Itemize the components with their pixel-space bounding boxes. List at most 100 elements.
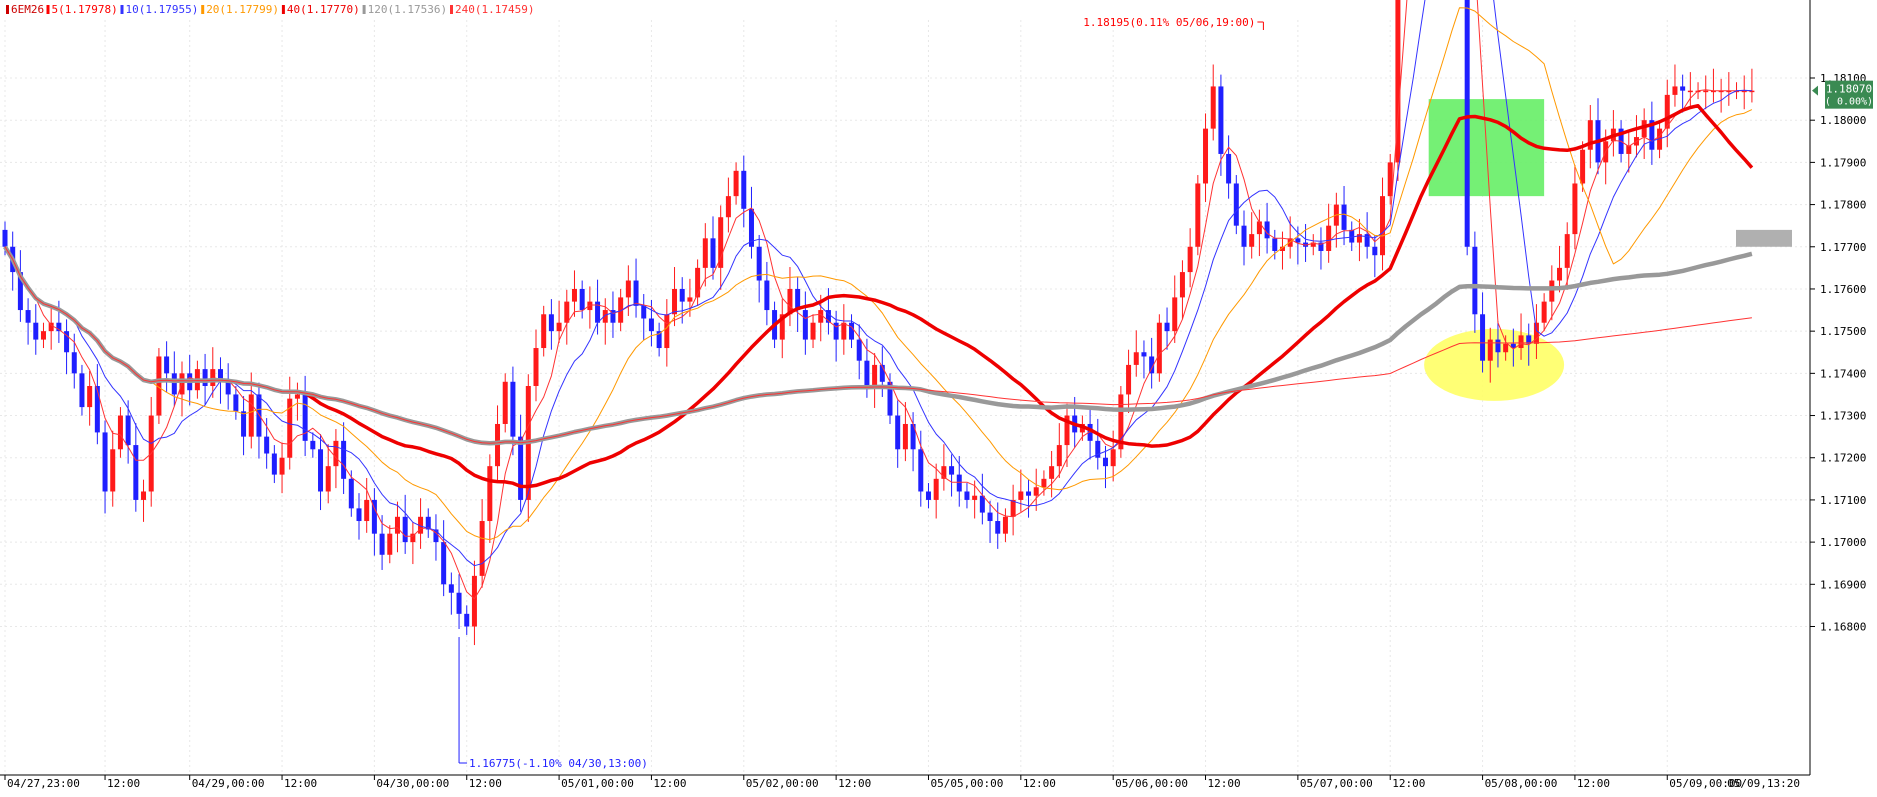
candle-up: [725, 196, 731, 218]
candle-up: [364, 499, 370, 522]
candle-up: [1564, 234, 1570, 268]
x-tick-label: 12:00: [469, 777, 502, 790]
y-tick-label: 1.17400: [1820, 367, 1866, 380]
candle-up: [810, 322, 816, 340]
candle-down: [1226, 153, 1232, 184]
legend-item: 6EM26: [11, 3, 44, 16]
candle-up: [502, 381, 508, 424]
y-tick-label: 1.17900: [1820, 156, 1866, 169]
candle-down: [895, 415, 901, 450]
candle-down: [633, 280, 639, 306]
candle-up: [479, 521, 485, 576]
candle-down: [464, 613, 470, 627]
candle-down: [441, 542, 447, 585]
candle-down: [1233, 183, 1239, 226]
candle-up: [1541, 301, 1547, 323]
candle-down: [102, 432, 108, 492]
candle-down: [1680, 86, 1686, 91]
candle-up: [1203, 128, 1209, 184]
x-end-label: 05/09,13:20: [1727, 777, 1800, 790]
candle-down: [925, 491, 931, 500]
candle-up: [1326, 225, 1332, 251]
legend-item: 10(1.17955): [126, 3, 199, 16]
candle-down: [271, 453, 277, 475]
legend-marker: [450, 5, 453, 14]
candle-up: [1056, 445, 1062, 467]
candle-down: [856, 339, 862, 361]
y-tick-label: 1.17100: [1820, 494, 1866, 507]
candle-up: [1172, 297, 1178, 332]
candle-down: [125, 415, 131, 446]
candle-up: [1557, 267, 1563, 281]
candle-up: [564, 301, 570, 323]
y-tick-label: 1.17800: [1820, 199, 1866, 212]
candle-up: [902, 423, 908, 450]
candle-down: [264, 436, 270, 454]
candle-down: [987, 512, 993, 522]
candle-up: [333, 440, 339, 467]
candle-down: [1349, 229, 1355, 243]
legend-item: 5(1.17978): [52, 3, 118, 16]
candle-up: [1010, 499, 1016, 517]
candle-up: [1572, 183, 1578, 235]
legend-item: 120(1.17536): [368, 3, 447, 16]
candle-up: [1210, 86, 1216, 129]
candle-down: [849, 322, 855, 340]
candle-down: [1495, 339, 1501, 353]
candle-up: [672, 288, 678, 315]
candle-down: [164, 356, 170, 374]
legend-item: 20(1.17799): [206, 3, 279, 16]
candle-up: [1672, 86, 1678, 95]
candle-down: [1218, 86, 1224, 154]
candle-up: [571, 288, 577, 302]
candle-up: [48, 322, 54, 332]
candle-up: [279, 457, 285, 475]
x-tick-label: 12:00: [284, 777, 317, 790]
candle-down: [241, 411, 247, 437]
x-tick-label: 05/07,00:00: [1300, 777, 1373, 790]
candle-down: [641, 305, 647, 319]
candle-up: [1033, 487, 1039, 496]
x-tick-label: 05/06,00:00: [1115, 777, 1188, 790]
candle-down: [2, 229, 8, 247]
candle-down: [1102, 457, 1108, 467]
candle-up: [556, 322, 562, 332]
candle-up: [394, 516, 400, 534]
candle-down: [964, 491, 970, 500]
candle-down: [548, 314, 554, 332]
candle-up: [117, 415, 123, 450]
candle-down: [764, 280, 770, 311]
candle-down: [133, 445, 139, 500]
x-tick-label: 04/30,00:00: [376, 777, 449, 790]
x-tick-label: 05/08,00:00: [1485, 777, 1558, 790]
candle-up: [1187, 246, 1193, 273]
price-tag-value: 1.18070: [1826, 83, 1872, 96]
candle-up: [40, 331, 46, 340]
legend-marker: [362, 5, 366, 14]
candle-up: [1518, 335, 1524, 349]
candle-down: [33, 322, 39, 340]
x-tick-label: 12:00: [1392, 777, 1425, 790]
candle-down: [225, 381, 231, 395]
price-marker-box: [1736, 229, 1792, 247]
candle-down: [1341, 204, 1347, 230]
y-tick-label: 1.17300: [1820, 410, 1866, 423]
x-tick-label: 12:00: [838, 777, 871, 790]
x-tick-label: 05/02,00:00: [746, 777, 819, 790]
candle-down: [518, 436, 524, 500]
candle-down: [318, 449, 324, 492]
candle-down: [1272, 238, 1278, 251]
candle-up: [1380, 196, 1386, 256]
x-tick-label: 12:00: [1577, 777, 1610, 790]
candle-down: [25, 310, 31, 323]
candle-up: [471, 575, 477, 627]
candle-down: [456, 592, 462, 614]
candle-down: [1480, 314, 1486, 361]
candle-up: [625, 280, 631, 298]
x-tick-label: 12:00: [653, 777, 686, 790]
candle-up: [972, 495, 978, 500]
y-tick-label: 1.17000: [1820, 536, 1866, 549]
candle-down: [1026, 491, 1032, 496]
candle-up: [1256, 221, 1262, 235]
candle-down: [1472, 246, 1478, 315]
